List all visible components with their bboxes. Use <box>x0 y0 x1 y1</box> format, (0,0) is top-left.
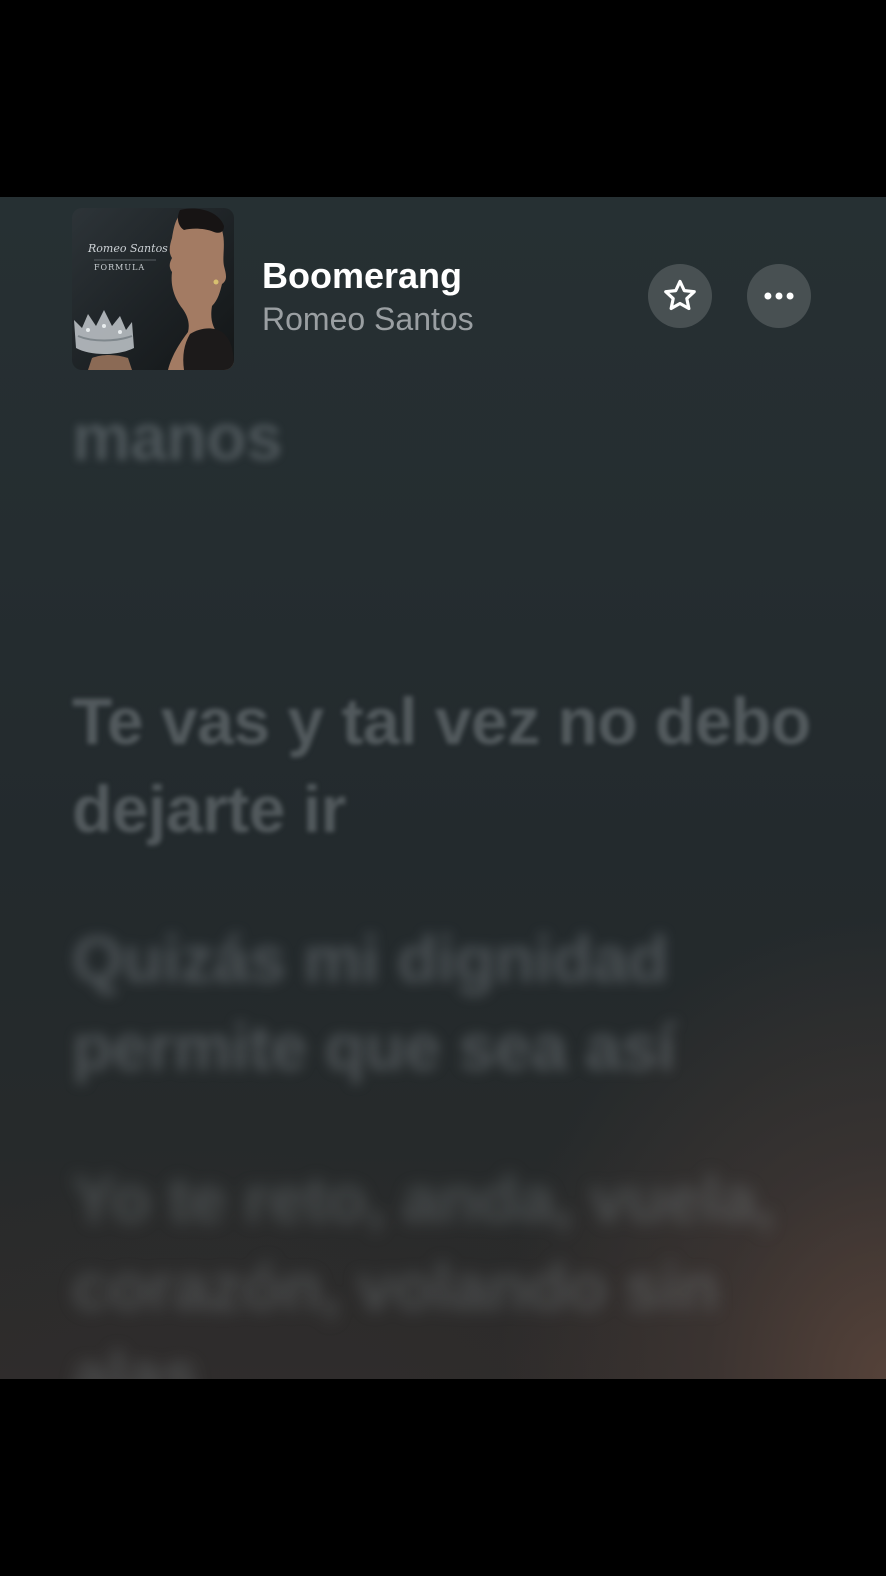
lyrics-panel: Romeo Santos FORMULA Boomerang Romeo San… <box>0 197 886 1379</box>
lyric-line-following[interactable]: Yo te reto, anda, vuela, corazón, voland… <box>72 1155 832 1379</box>
lyric-line-previous[interactable]: manos <box>72 393 832 481</box>
screen: Romeo Santos FORMULA Boomerang Romeo San… <box>0 0 886 1576</box>
lyrics-view[interactable]: manos Te vas y tal vez no debo dejarte i… <box>72 197 832 1379</box>
lyric-line-current[interactable]: Te vas y tal vez no debo dejarte ir <box>72 677 832 853</box>
lyric-line-next[interactable]: Quizás mi dignidad permite que sea así <box>72 915 832 1091</box>
